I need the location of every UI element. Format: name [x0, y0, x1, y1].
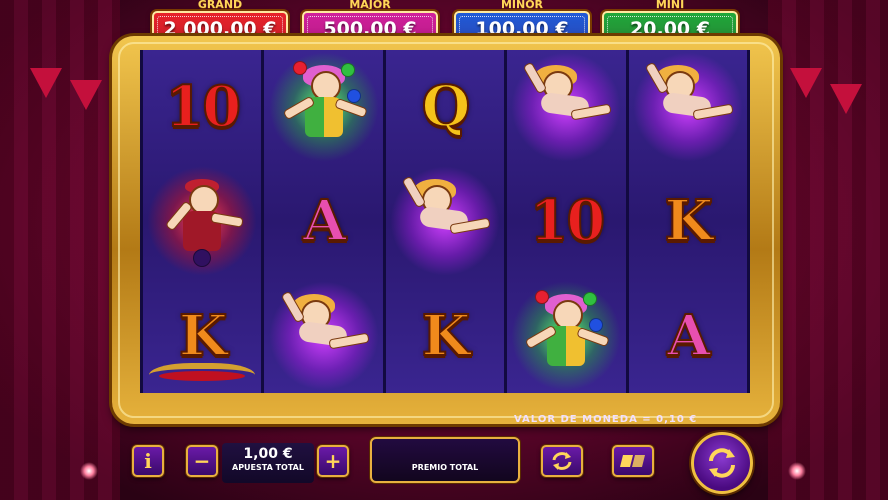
reel-cell — [386, 164, 504, 278]
reel-cell: 10 — [143, 50, 261, 164]
symbol-k: K — [421, 302, 472, 370]
decrease-bet-button[interactable]: − — [186, 445, 218, 477]
bet-value: 1,00 € — [243, 446, 293, 462]
acrobat-symbol — [521, 61, 612, 147]
reel-cell — [143, 164, 261, 278]
symbol-a: A — [666, 302, 711, 370]
spin-icon — [709, 448, 735, 478]
jackpot-label: MAJOR — [349, 0, 391, 11]
bunting-flag — [830, 84, 862, 114]
autoplay-button[interactable] — [541, 445, 583, 477]
reel-5: KA — [628, 50, 748, 393]
clown-symbol — [525, 289, 611, 376]
reel-cell: A — [629, 279, 747, 393]
acrobat-symbol — [400, 176, 491, 261]
bunting-flag — [30, 68, 62, 98]
rope-barrier — [149, 362, 256, 393]
reel-3: QK — [385, 50, 505, 393]
symbol-k: K — [178, 302, 229, 370]
acrobat-symbol — [643, 61, 734, 147]
autoplay-icon — [552, 452, 572, 470]
reel-2: A — [264, 50, 383, 393]
symbol-k: K — [663, 187, 714, 255]
right-curtain — [768, 0, 888, 500]
symbol-10: 10 — [528, 187, 606, 255]
turbo-button[interactable] — [612, 445, 654, 477]
bet-label: APUESTA TOTAL — [232, 463, 304, 472]
reel-cell: A — [264, 164, 382, 278]
stage-light — [80, 462, 98, 480]
jackpot-label: GRAND — [197, 0, 243, 11]
turbo-icon — [620, 455, 645, 467]
total-win-display: PREMIO TOTAL — [370, 437, 520, 483]
bunting-flag — [790, 68, 822, 98]
reel-cell — [507, 50, 625, 164]
reel-grid: 10 K A Q K 10 K A — [140, 50, 750, 393]
reel-cell — [629, 50, 747, 164]
reel-cell: 10 — [507, 164, 625, 278]
coin-value-text: VALOR DE MONEDA = 0,10 € — [514, 414, 698, 425]
symbol-10: 10 — [164, 73, 242, 141]
reel-cell: Q — [386, 50, 504, 164]
increase-bet-button[interactable]: + — [317, 445, 349, 477]
win-label: PREMIO TOTAL — [411, 463, 479, 472]
reel-cell: K — [143, 279, 261, 393]
bunting-flag — [70, 80, 102, 110]
spin-button[interactable] — [691, 432, 753, 494]
symbol-q: Q — [421, 73, 472, 141]
total-bet-display: 1,00 € APUESTA TOTAL — [222, 443, 314, 483]
clown-symbol — [282, 61, 368, 147]
reel-cell — [507, 279, 625, 393]
acrobat-symbol — [279, 290, 370, 376]
jackpot-label: MINI — [655, 0, 685, 11]
symbol-a: A — [302, 187, 347, 255]
unicyclist-symbol — [165, 179, 244, 268]
reel-cell: K — [629, 164, 747, 278]
reel-cell — [264, 279, 382, 393]
plus-icon: + — [324, 449, 342, 473]
minus-icon: − — [193, 449, 211, 473]
reel-cell: K — [386, 279, 504, 393]
reel-4: 10 — [507, 50, 626, 393]
reel-cell — [264, 50, 382, 164]
stage-light — [788, 462, 806, 480]
reel-1: 10 K — [143, 50, 262, 393]
info-button[interactable]: i — [132, 445, 164, 477]
info-icon: i — [144, 449, 152, 473]
jackpot-label: MINOR — [500, 0, 544, 11]
